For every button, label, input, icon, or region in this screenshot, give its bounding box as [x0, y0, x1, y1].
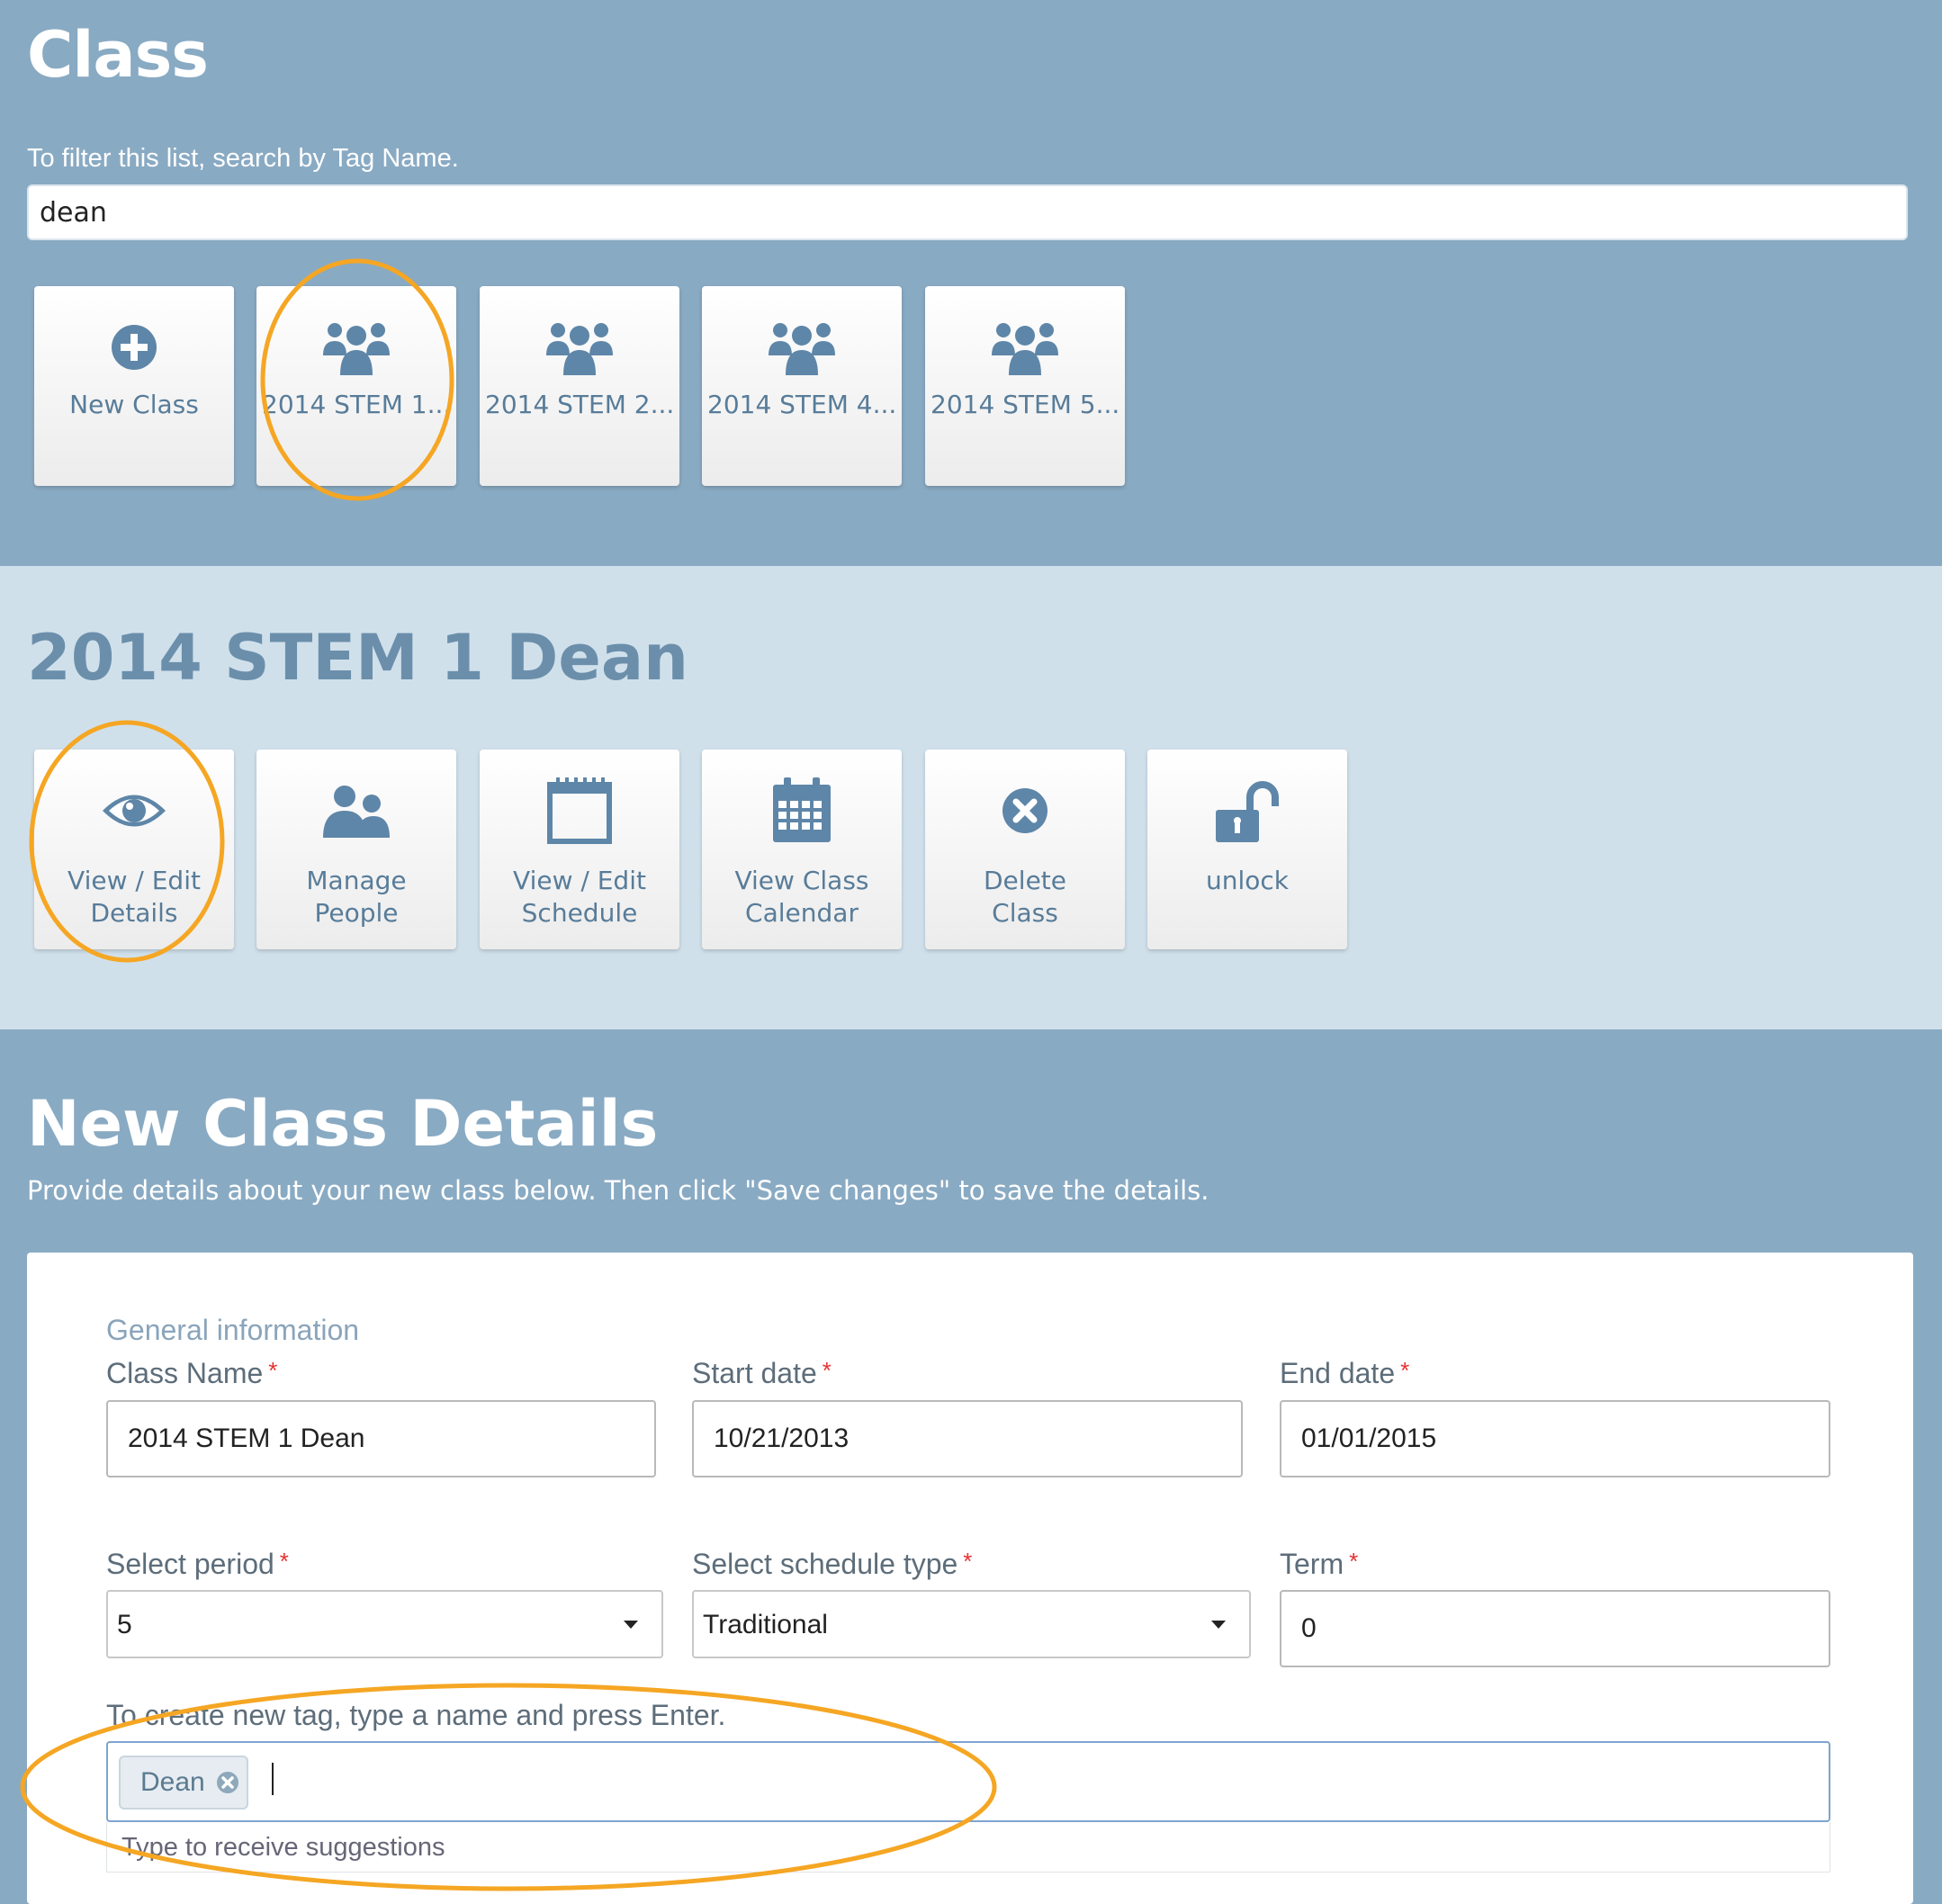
- filter-hint: To filter this list, search by Tag Name.: [27, 144, 459, 173]
- selected-class-title: 2014 STEM 1 Dean: [27, 621, 688, 695]
- view-edit-details-button[interactable]: View / Edit Details: [34, 750, 234, 949]
- tag-search-input[interactable]: [27, 184, 1908, 240]
- chevron-down-icon: [1211, 1621, 1226, 1629]
- details-title: New Class Details: [27, 1087, 659, 1161]
- required-marker: *: [279, 1548, 289, 1575]
- delete-class-button[interactable]: Delete Class: [925, 750, 1125, 949]
- action-label-line1: View / Edit: [513, 866, 646, 895]
- group-icon: [480, 311, 679, 383]
- class-tile[interactable]: 2014 STEM 1...: [256, 286, 456, 486]
- class-tile[interactable]: 2014 STEM 2...: [480, 286, 679, 486]
- text-cursor: [272, 1763, 274, 1795]
- details-subtitle: Provide details about your new class bel…: [27, 1175, 1209, 1206]
- page-title: Class: [27, 18, 209, 92]
- start-date-label: Start date *: [692, 1357, 832, 1389]
- period-label: Select period *: [106, 1548, 289, 1580]
- action-label-line1: Manage: [306, 866, 407, 895]
- group-icon: [702, 311, 902, 383]
- end-date-label: End date *: [1280, 1357, 1410, 1389]
- calendar-icon: [702, 775, 902, 847]
- required-marker: *: [822, 1357, 832, 1384]
- term-label: Term *: [1280, 1548, 1359, 1580]
- term-input[interactable]: [1280, 1590, 1830, 1667]
- group-icon: [256, 311, 456, 383]
- suggest-hint: Type to receive suggestions: [121, 1833, 445, 1862]
- notepad-icon: [480, 775, 679, 847]
- chevron-down-icon: [624, 1621, 638, 1629]
- tag-chip: Dean: [119, 1756, 248, 1810]
- action-label-line1: View / Edit: [67, 866, 201, 895]
- required-marker: *: [268, 1357, 278, 1384]
- remove-tag-icon[interactable]: [216, 1771, 239, 1794]
- suggestions-dropdown: Type to receive suggestions: [106, 1822, 1830, 1873]
- period-select-value: 5: [117, 1610, 132, 1639]
- tile-label: 2014 STEM 5...: [931, 390, 1119, 419]
- schedule-type-label: Select schedule type *: [692, 1548, 973, 1580]
- action-label-line2: Schedule: [521, 898, 638, 928]
- action-label-line1: Delete: [984, 866, 1066, 895]
- view-edit-schedule-button[interactable]: View / Edit Schedule: [480, 750, 679, 949]
- action-label-line1: unlock: [1205, 866, 1289, 895]
- manage-people-button[interactable]: Manage People: [256, 750, 456, 949]
- tag-hint: To create new tag, type a name and press…: [106, 1699, 726, 1731]
- start-date-input[interactable]: [692, 1400, 1243, 1477]
- schedule-type-select-value: Traditional: [703, 1610, 828, 1639]
- tag-input[interactable]: Dean: [106, 1741, 1830, 1822]
- action-label-line2: Details: [90, 898, 178, 928]
- class-name-label: Class Name *: [106, 1357, 278, 1389]
- plus-circle-icon: [34, 311, 234, 383]
- required-marker: *: [1400, 1357, 1410, 1384]
- action-label-line1: View Class: [734, 866, 869, 895]
- action-label-line2: People: [314, 898, 399, 928]
- tile-label: 2014 STEM 2...: [485, 390, 674, 419]
- tag-chip-label: Dean: [140, 1767, 205, 1797]
- unlock-icon: [1147, 775, 1347, 847]
- class-tile[interactable]: 2014 STEM 4...: [702, 286, 902, 486]
- action-label-line2: Class: [992, 898, 1058, 928]
- delete-circle-icon: [925, 775, 1125, 847]
- people-icon: [256, 775, 456, 847]
- period-select[interactable]: 5: [106, 1590, 663, 1658]
- unlock-button[interactable]: unlock: [1147, 750, 1347, 949]
- end-date-input[interactable]: [1280, 1400, 1830, 1477]
- tile-label: New Class: [69, 390, 199, 419]
- group-icon: [925, 311, 1125, 383]
- view-class-calendar-button[interactable]: View Class Calendar: [702, 750, 902, 949]
- class-tile[interactable]: 2014 STEM 5...: [925, 286, 1125, 486]
- required-marker: *: [1349, 1548, 1359, 1575]
- required-marker: *: [963, 1548, 973, 1575]
- action-label-line2: Calendar: [745, 898, 859, 928]
- new-class-tile[interactable]: New Class: [34, 286, 234, 486]
- tile-label: 2014 STEM 4...: [707, 390, 896, 419]
- eye-icon: [34, 775, 234, 847]
- class-name-input[interactable]: [106, 1400, 656, 1477]
- schedule-type-select[interactable]: Traditional: [692, 1590, 1251, 1658]
- tile-label: 2014 STEM 1...: [262, 390, 451, 419]
- section-title: General information: [106, 1314, 360, 1346]
